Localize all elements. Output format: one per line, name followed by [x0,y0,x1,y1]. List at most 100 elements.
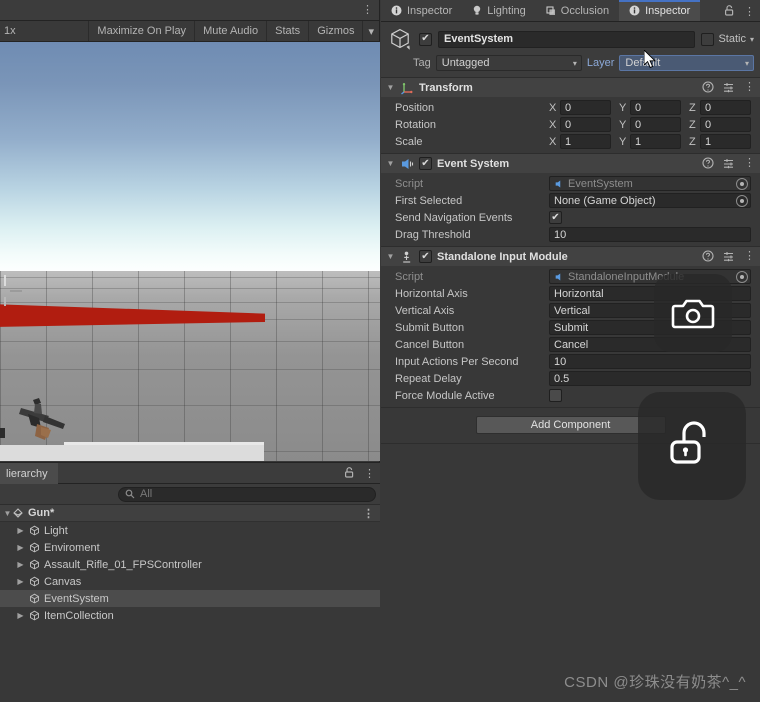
tab-inspector-active[interactable]: Inspector [619,0,701,21]
expand-triangle[interactable]: ▶ [16,543,25,552]
component-icon [400,250,414,264]
hierarchy-menu-icon[interactable]: ⋮ [364,467,375,480]
help-icon[interactable] [702,249,714,262]
component-icon [400,157,414,171]
script-icon [554,179,564,189]
axis-input-z[interactable]: 0 [700,100,751,115]
component-menu-icon[interactable]: ⋮ [744,80,755,93]
axis-input-y[interactable]: 1 [630,134,681,149]
component-menu-icon[interactable]: ⋮ [744,156,755,169]
axis-input-z[interactable]: 1 [700,134,751,149]
help-icon[interactable] [702,156,714,169]
hierarchy-item-label: Enviroment [44,541,100,554]
preset-icon[interactable] [723,157,735,169]
hierarchy-search-row: All [0,484,380,505]
hierarchy-item-light[interactable]: ▶ Light [0,522,380,539]
static-chevron-down-icon[interactable]: ▾ [750,35,754,44]
hierarchy-tab-label: lierarchy [6,467,48,480]
gameobject-active-checkbox[interactable]: ✔ [419,32,432,46]
object-reference-field[interactable]: EventSystem [549,176,751,191]
property-row-first-selected: First Selected None (Game Object) [381,192,760,209]
scene-menu-icon[interactable]: ⋮ [363,507,374,520]
object-picker-icon[interactable] [736,177,748,190]
component-header[interactable]: ▼ ✔ Standalone Input Module ⋮ [381,247,760,266]
stats-button[interactable]: Stats [267,21,310,41]
layer-dropdown[interactable]: Default ▾ [619,55,754,71]
axis-input-y[interactable]: 0 [630,117,681,132]
object-picker-icon[interactable] [736,194,748,207]
gameobject-name-input[interactable]: EventSystem [438,30,696,48]
hierarchy-search-input[interactable]: All [118,486,376,502]
object-picker-icon[interactable] [736,270,748,283]
expand-triangle[interactable]: ▶ [16,560,25,569]
hierarchy-panel: lierarchy ⋮ All ▼ Gun* ⋮ ▶ Light ▶ Envir… [0,462,380,702]
hierarchy-scene-row[interactable]: ▼ Gun* ⋮ [0,505,380,522]
add-component-button[interactable]: Add Component [475,416,666,434]
static-label: Static [718,33,746,45]
axis-input-x[interactable]: 1 [560,134,611,149]
component-enabled-checkbox[interactable]: ✔ [419,250,432,263]
component-expand-triangle[interactable]: ▼ [386,159,395,168]
property-checkbox[interactable] [549,389,562,402]
component-event-system: ▼ ✔ Event System ⋮ Script EventSystem First Se… [381,154,760,247]
axis-input-x[interactable]: 0 [560,117,611,132]
axis-input-y[interactable]: 0 [630,100,681,115]
component-header[interactable]: ▼ Transform ⋮ [381,78,760,97]
hierarchy-item-enviroment[interactable]: ▶ Enviroment [0,539,380,556]
hierarchy-item-itemcollection[interactable]: ▶ ItemCollection [0,607,380,624]
component-header[interactable]: ▼ ✔ Event System ⋮ [381,154,760,173]
property-label: Vertical Axis [395,304,455,317]
gizmos-chevron-down-icon[interactable]: ▾ [363,21,379,41]
left-column: ⋮ 1x Maximize On Play Mute Audio Stats G… [0,0,380,702]
game-view-render[interactable] [0,42,380,461]
expand-triangle[interactable]: ▶ [16,526,25,535]
property-checkbox[interactable]: ✔ [549,211,562,224]
component-expand-triangle[interactable]: ▼ [386,252,395,261]
component-expand-triangle[interactable]: ▼ [386,83,395,92]
gameview-scale-field[interactable]: 1x [0,21,90,41]
axis-label-x: X [549,118,557,131]
property-label: Script [395,177,424,190]
text-input[interactable]: 0.5 [549,371,751,386]
axis-label-z: Z [689,135,696,148]
property-label: Position [395,101,435,114]
expand-triangle[interactable]: ▶ [16,611,25,620]
scene-name-label: Gun* [28,507,55,519]
script-icon [554,272,564,282]
axis-label-y: Y [619,101,627,114]
component-enabled-checkbox[interactable]: ✔ [419,157,432,170]
hierarchy-item-eventsystem[interactable]: EventSystem [0,590,380,607]
hierarchy-item-canvas[interactable]: ▶ Canvas [0,573,380,590]
preset-icon[interactable] [723,81,735,93]
expand-triangle[interactable]: ▶ [16,577,25,586]
text-input[interactable]: 10 [549,227,751,242]
maximize-on-play-button[interactable]: Maximize On Play [89,21,196,41]
mute-audio-button[interactable]: Mute Audio [195,21,268,41]
property-row-input-actions-per-second: Input Actions Per Second 10 [381,353,760,370]
tab-occlusion-2[interactable]: Occlusion [536,0,619,21]
inspector-menu-icon[interactable]: ⋮ [744,5,755,18]
gameview-menu-icon[interactable]: ⋮ [362,3,373,16]
help-icon[interactable] [702,80,714,93]
gizmos-button[interactable]: Gizmos [309,21,364,41]
axis-input-x[interactable]: 0 [560,100,611,115]
unlock-icon[interactable] [638,392,746,500]
preset-icon[interactable] [723,250,735,262]
text-input[interactable]: 10 [549,354,751,369]
static-checkbox[interactable] [701,32,715,46]
component-menu-icon[interactable]: ⋮ [744,249,755,262]
tab-lighting-1[interactable]: Lighting [462,0,536,21]
tag-dropdown[interactable]: Untagged ▾ [435,55,582,71]
scene-expand-triangle[interactable]: ▼ [3,509,12,518]
tab-inspector-0[interactable]: Inspector [381,0,462,21]
property-label: Horizontal Axis [395,287,468,300]
tab-hierarchy[interactable]: lierarchy [0,463,58,484]
property-label: Rotation [395,118,436,131]
object-reference-field[interactable]: None (Game Object) [549,193,751,208]
property-label: Submit Button [395,321,465,334]
hierarchy-lock-icon[interactable] [344,466,355,481]
inspector-lock-icon[interactable] [724,4,735,19]
camera-icon[interactable] [654,274,732,352]
axis-input-z[interactable]: 0 [700,117,751,132]
hierarchy-item-assault_rifle_01_fpscontroller[interactable]: ▶ Assault_Rifle_01_FPSController [0,556,380,573]
